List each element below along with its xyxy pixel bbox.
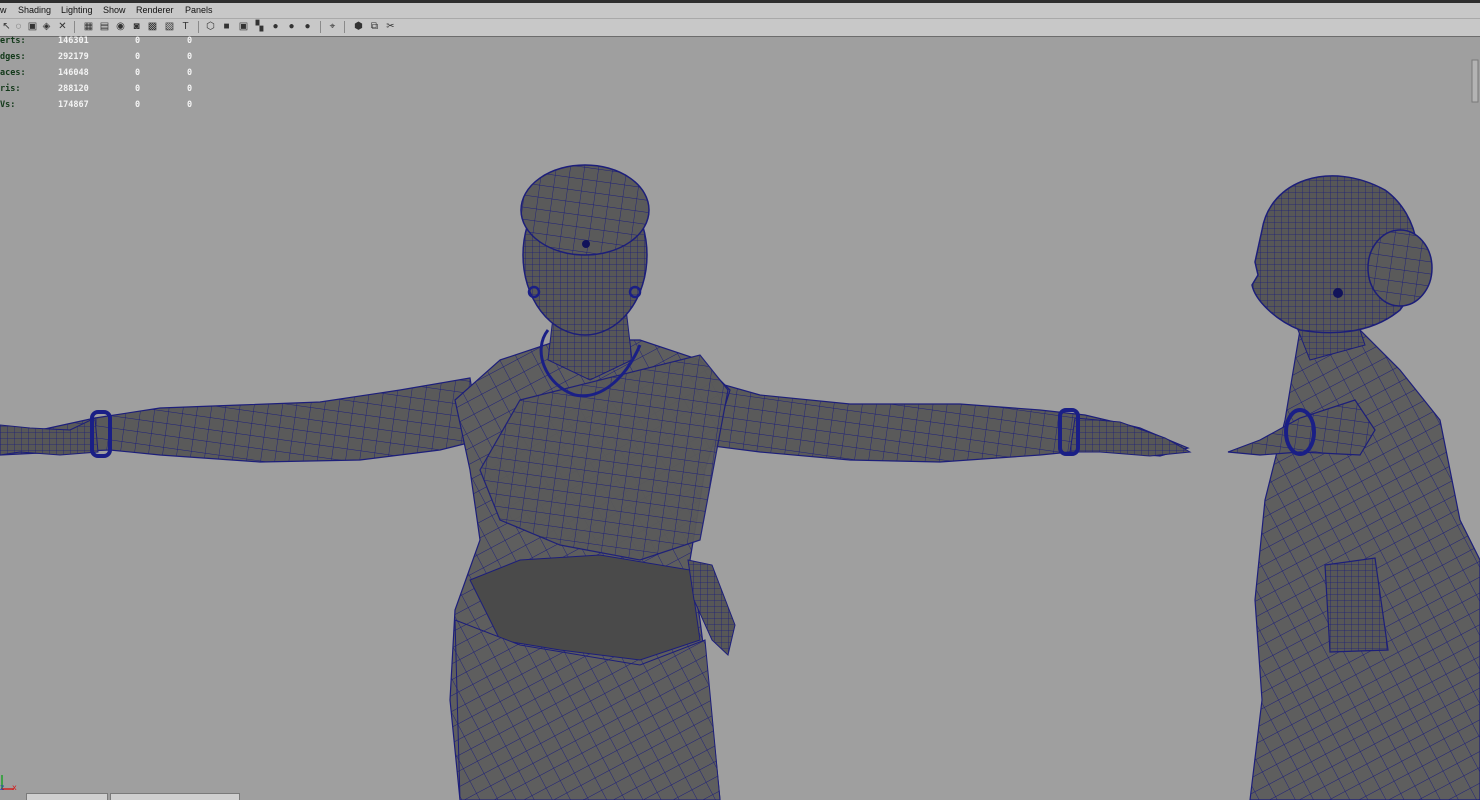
use-lights-icon[interactable]: ●: [269, 20, 282, 33]
shadows-icon[interactable]: ●: [285, 20, 298, 33]
isolate-select-icon[interactable]: ⌖: [326, 20, 339, 33]
lasso-icon[interactable]: ◌: [12, 20, 25, 33]
hud-value: 0: [187, 36, 193, 46]
camera-icon[interactable]: ▣: [26, 20, 39, 33]
hud-row-edges: dges: 292179 0 0: [0, 52, 200, 68]
bottom-panel-tabs: [0, 793, 260, 800]
wireframe-on-shaded-icon[interactable]: ▣: [237, 20, 250, 33]
menu-renderer[interactable]: Renderer: [136, 3, 174, 18]
hud-value: 0: [135, 52, 141, 62]
toolbar-separator: [320, 21, 321, 33]
xray-joints-icon[interactable]: ⧉: [368, 20, 381, 33]
resolution-gate-icon[interactable]: ◙: [130, 20, 143, 33]
menu-show[interactable]: Show: [103, 3, 126, 18]
side-hair-bun: [1367, 229, 1433, 307]
xray-components-icon[interactable]: ✂: [384, 20, 397, 33]
viewport-edge-marker: [1471, 59, 1479, 103]
hud-value: 146048: [58, 68, 89, 78]
hud-row-faces: aces: 146048 0 0: [0, 68, 200, 84]
2d-pan-icon[interactable]: ▦: [82, 20, 95, 33]
grid-icon[interactable]: ▤: [98, 20, 111, 33]
panel-toolbar: ↖ ◌ ▣ ◈ ✕ ▦ ▤ ◉ ◙ ▩ ▧ T ⬡ ■ ▣ ▚ ● ● ● ⌖ …: [0, 19, 1480, 37]
textured-icon[interactable]: ▚: [253, 20, 266, 33]
bookmark-icon[interactable]: ◈: [40, 20, 53, 33]
menu-view[interactable]: w: [0, 3, 7, 18]
hud-value: 0: [135, 36, 141, 46]
hud-value: 0: [187, 100, 193, 110]
hud-label: Vs:: [0, 100, 16, 110]
hud-row-verts: erts: 146301 0 0: [0, 36, 200, 52]
ambient-occlusion-icon[interactable]: ●: [301, 20, 314, 33]
hud-value: 0: [135, 68, 141, 78]
hud-value: 0: [135, 100, 141, 110]
front-right-hand: [1069, 417, 1192, 457]
axis-x-label: x: [12, 783, 17, 792]
toolbar-separator: [344, 21, 345, 33]
panel-menu-bar: w Shading Lighting Show Renderer Panels: [0, 3, 1480, 19]
image-plane-icon[interactable]: ✕: [56, 20, 69, 33]
hud-value: 174867: [58, 100, 89, 110]
hud-label: aces:: [0, 68, 26, 78]
xray-icon[interactable]: ⬢: [352, 20, 365, 33]
hud-row-tris: ris: 288120 0 0: [0, 84, 200, 100]
bottom-tab-group[interactable]: [110, 793, 240, 800]
hud-value: 0: [187, 68, 193, 78]
gate-mask-icon[interactable]: ▩: [146, 20, 159, 33]
field-chart-icon[interactable]: ▧: [163, 20, 176, 33]
wireframe-icon[interactable]: ⬡: [204, 20, 217, 33]
hud-label: erts:: [0, 36, 26, 46]
menu-panels[interactable]: Panels: [185, 3, 213, 18]
film-gate-icon[interactable]: ◉: [114, 20, 127, 33]
hud-value: 0: [187, 52, 193, 62]
bottom-tab-group[interactable]: [26, 793, 108, 800]
front-bindi: [582, 240, 590, 248]
side-character-mesh[interactable]: [1227, 175, 1480, 800]
view-axis-gizmo: z x: [0, 771, 24, 795]
side-earring: [1333, 288, 1343, 298]
safe-title-icon[interactable]: T: [179, 20, 192, 33]
hud-value: 0: [187, 84, 193, 94]
toolbar-separator: [198, 21, 199, 33]
axis-z-label: z: [0, 783, 5, 792]
hud-label: dges:: [0, 52, 26, 62]
front-character-mesh[interactable]: [0, 164, 1192, 800]
hud-value: 146301: [58, 36, 89, 46]
hud-label: ris:: [0, 84, 21, 94]
smooth-shade-icon[interactable]: ■: [220, 20, 233, 33]
hud-row-uvs: Vs: 174867 0 0: [0, 100, 200, 116]
menu-shading[interactable]: Shading: [18, 3, 51, 18]
hud-value: 0: [135, 84, 141, 94]
hud-value: 288120: [58, 84, 89, 94]
front-left-hand: [0, 417, 99, 456]
hud-value: 292179: [58, 52, 89, 62]
toolbar-separator: [74, 21, 75, 33]
3d-viewport[interactable]: [0, 37, 1480, 800]
menu-lighting[interactable]: Lighting: [61, 3, 93, 18]
